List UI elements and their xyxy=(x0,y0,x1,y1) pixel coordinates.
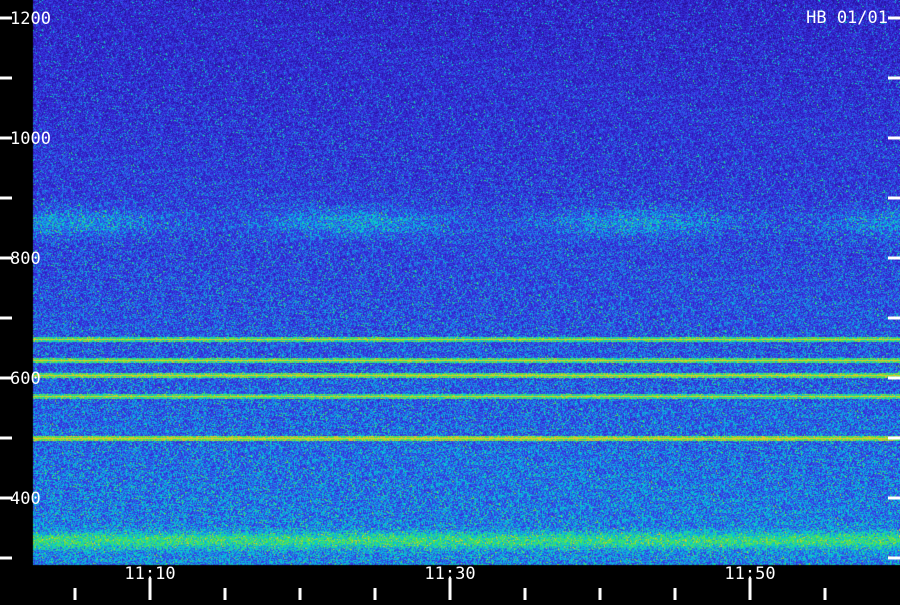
y-axis-tick-right xyxy=(888,556,900,560)
y-axis-tick-label: 1200 xyxy=(10,9,51,29)
y-axis-tick-right xyxy=(888,316,900,320)
x-axis-tick xyxy=(373,588,377,600)
y-axis-tick-left xyxy=(0,556,12,560)
x-axis-tick-label: 11:10 xyxy=(124,564,175,584)
y-axis-tick-label: 400 xyxy=(10,489,41,509)
x-axis-tick-label: 11:50 xyxy=(724,564,775,584)
y-axis-tick-right xyxy=(888,256,900,260)
x-axis-tick-label: 11:30 xyxy=(424,564,475,584)
y-axis-tick-left xyxy=(0,76,12,80)
y-axis-tick-label: 1000 xyxy=(10,129,51,149)
x-axis-tick xyxy=(298,588,302,600)
x-axis-tick xyxy=(223,588,227,600)
x-axis-tick xyxy=(673,588,677,600)
y-axis-tick-label: 800 xyxy=(10,249,41,269)
y-axis-tick-right xyxy=(888,376,900,380)
chart-title: HB 01/01 xyxy=(806,8,888,28)
y-axis-tick-right xyxy=(888,136,900,140)
y-axis-tick-label: 600 xyxy=(10,369,41,389)
x-axis-tick xyxy=(523,588,527,600)
spectrogram-view: 1200 1000 800 600 400 11:10 11:30 11:50 HB 01/0… xyxy=(0,0,900,600)
x-axis-tick xyxy=(823,588,827,600)
x-axis-tick xyxy=(73,588,77,600)
y-axis-tick-right xyxy=(888,196,900,200)
y-axis-tick-left xyxy=(0,316,12,320)
spectrogram-axes: 1200 1000 800 600 400 11:10 11:30 11:50 HB 01/0… xyxy=(0,8,900,600)
y-axis-tick-right xyxy=(888,436,900,440)
y-axis-tick-right xyxy=(888,496,900,500)
y-axis-tick-right xyxy=(888,76,900,80)
y-axis-tick-left xyxy=(0,436,12,440)
y-axis-tick-right xyxy=(888,16,900,20)
x-axis-tick xyxy=(598,588,602,600)
y-axis-tick-left xyxy=(0,196,12,200)
